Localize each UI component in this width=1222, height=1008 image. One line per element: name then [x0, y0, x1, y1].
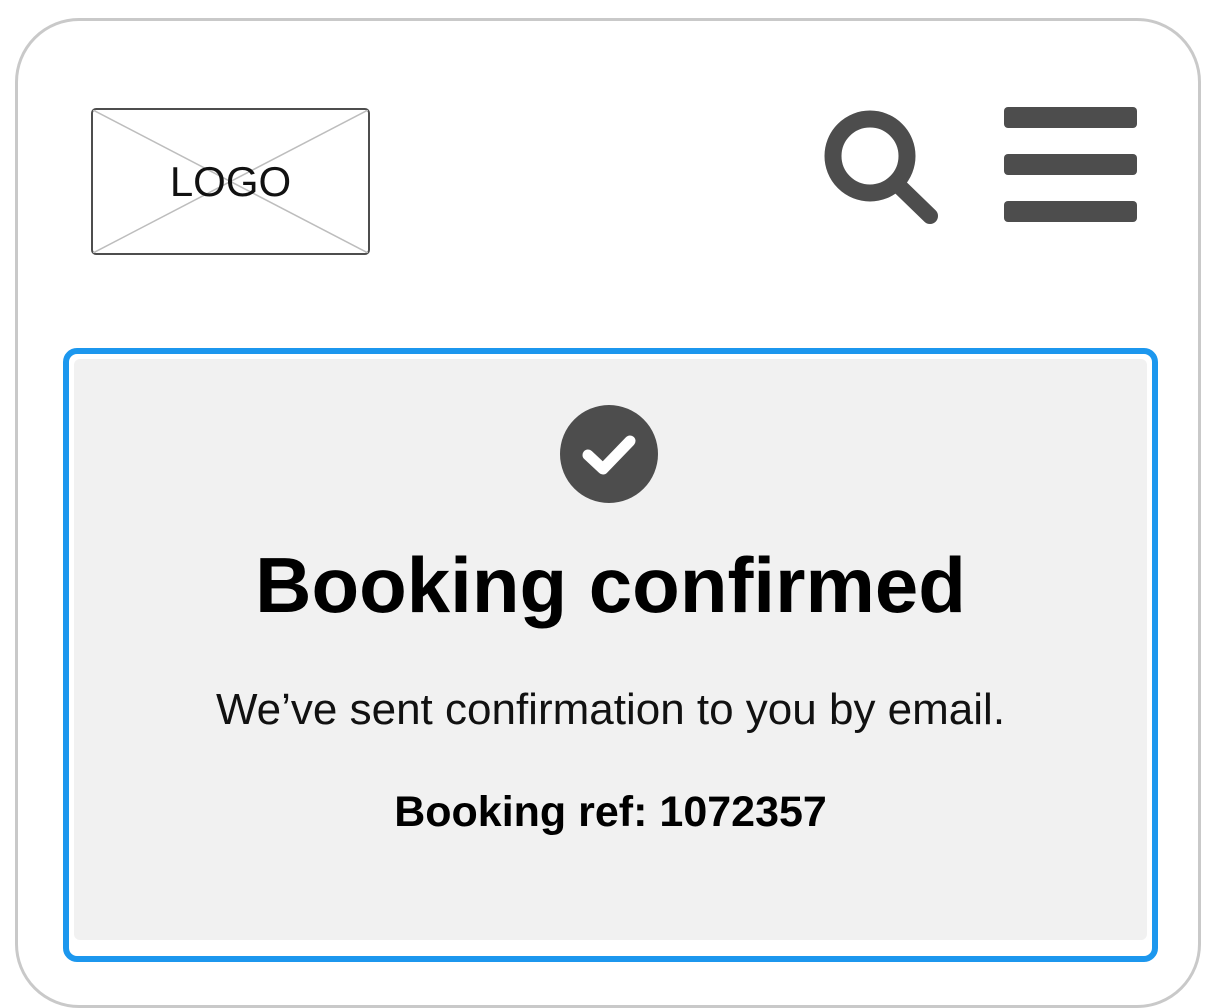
menu-button[interactable] [1001, 104, 1141, 228]
booking-ref-label: Booking ref: [394, 788, 648, 836]
status-icon-wrapper [559, 404, 659, 504]
search-icon [824, 110, 938, 224]
booking-ref-value: 1072357 [659, 788, 827, 836]
check-circle-icon [560, 405, 658, 503]
logo-text: LOGO [169, 157, 292, 205]
logo-placeholder[interactable]: LOGO [91, 108, 370, 255]
hamburger-menu-icon [1004, 107, 1137, 222]
search-button[interactable] [815, 104, 943, 228]
confirmation-title: Booking confirmed [255, 541, 966, 629]
confirmation-message: We’ve sent confirmation to you by email. [215, 685, 1006, 734]
booking-reference: Booking ref: 1072357 [63, 784, 1158, 840]
